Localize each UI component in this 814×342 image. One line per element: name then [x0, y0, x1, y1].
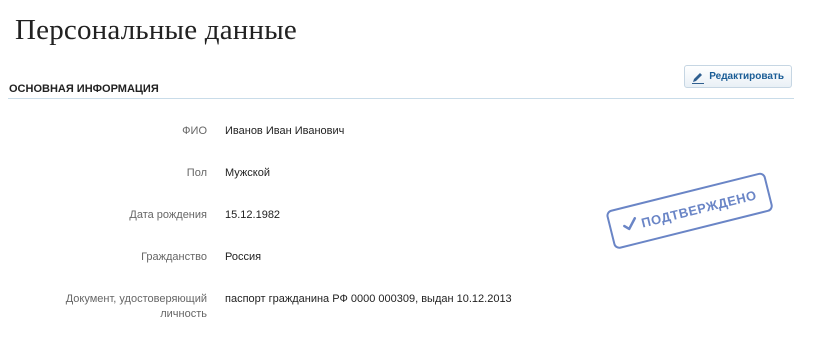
field-label: ФИО	[182, 125, 207, 137]
field-row-identity-document: Документ, удостоверяющий личность паспор…	[0, 292, 620, 326]
edit-button[interactable]: Редактировать	[684, 65, 792, 88]
checkmark-icon	[621, 215, 641, 235]
field-value: 15.12.1982	[225, 209, 281, 221]
field-label-line1: Документ, удостоверяющий	[65, 293, 207, 305]
edit-button-label: Редактировать	[709, 71, 784, 82]
page-title: Персональные данные	[15, 14, 297, 46]
field-label-line2: личность	[160, 308, 207, 320]
section-header: ОСНОВНАЯ ИНФОРМАЦИЯ Редактировать	[8, 62, 794, 99]
field-value: паспорт гражданина РФ 0000 000309, выдан…	[225, 293, 512, 305]
field-value: Мужской	[225, 167, 270, 179]
stamp-text: ПОДТВЕРЖДЕНО	[639, 186, 758, 231]
pencil-icon	[691, 71, 705, 84]
field-row-fullname: ФИО Иванов Иван Иванович	[0, 124, 620, 154]
stamp-frame: ПОДТВЕРЖДЕНО	[605, 171, 775, 251]
field-label: Гражданство	[141, 251, 207, 263]
field-value: Россия	[225, 251, 262, 263]
field-row-gender: Пол Мужской	[0, 166, 620, 196]
field-label: Дата рождения	[129, 209, 207, 221]
field-value: Иванов Иван Иванович	[225, 125, 345, 137]
verified-stamp: ПОДТВЕРЖДЕНО	[605, 170, 781, 254]
field-label: Пол	[186, 167, 207, 179]
section-title: ОСНОВНАЯ ИНФОРМАЦИЯ	[9, 83, 159, 95]
field-row-birthdate: Дата рождения 15.12.1982	[0, 208, 620, 238]
field-label: Документ, удостоверяющий личность	[0, 292, 207, 322]
field-row-citizenship: Гражданство Россия	[0, 250, 620, 280]
